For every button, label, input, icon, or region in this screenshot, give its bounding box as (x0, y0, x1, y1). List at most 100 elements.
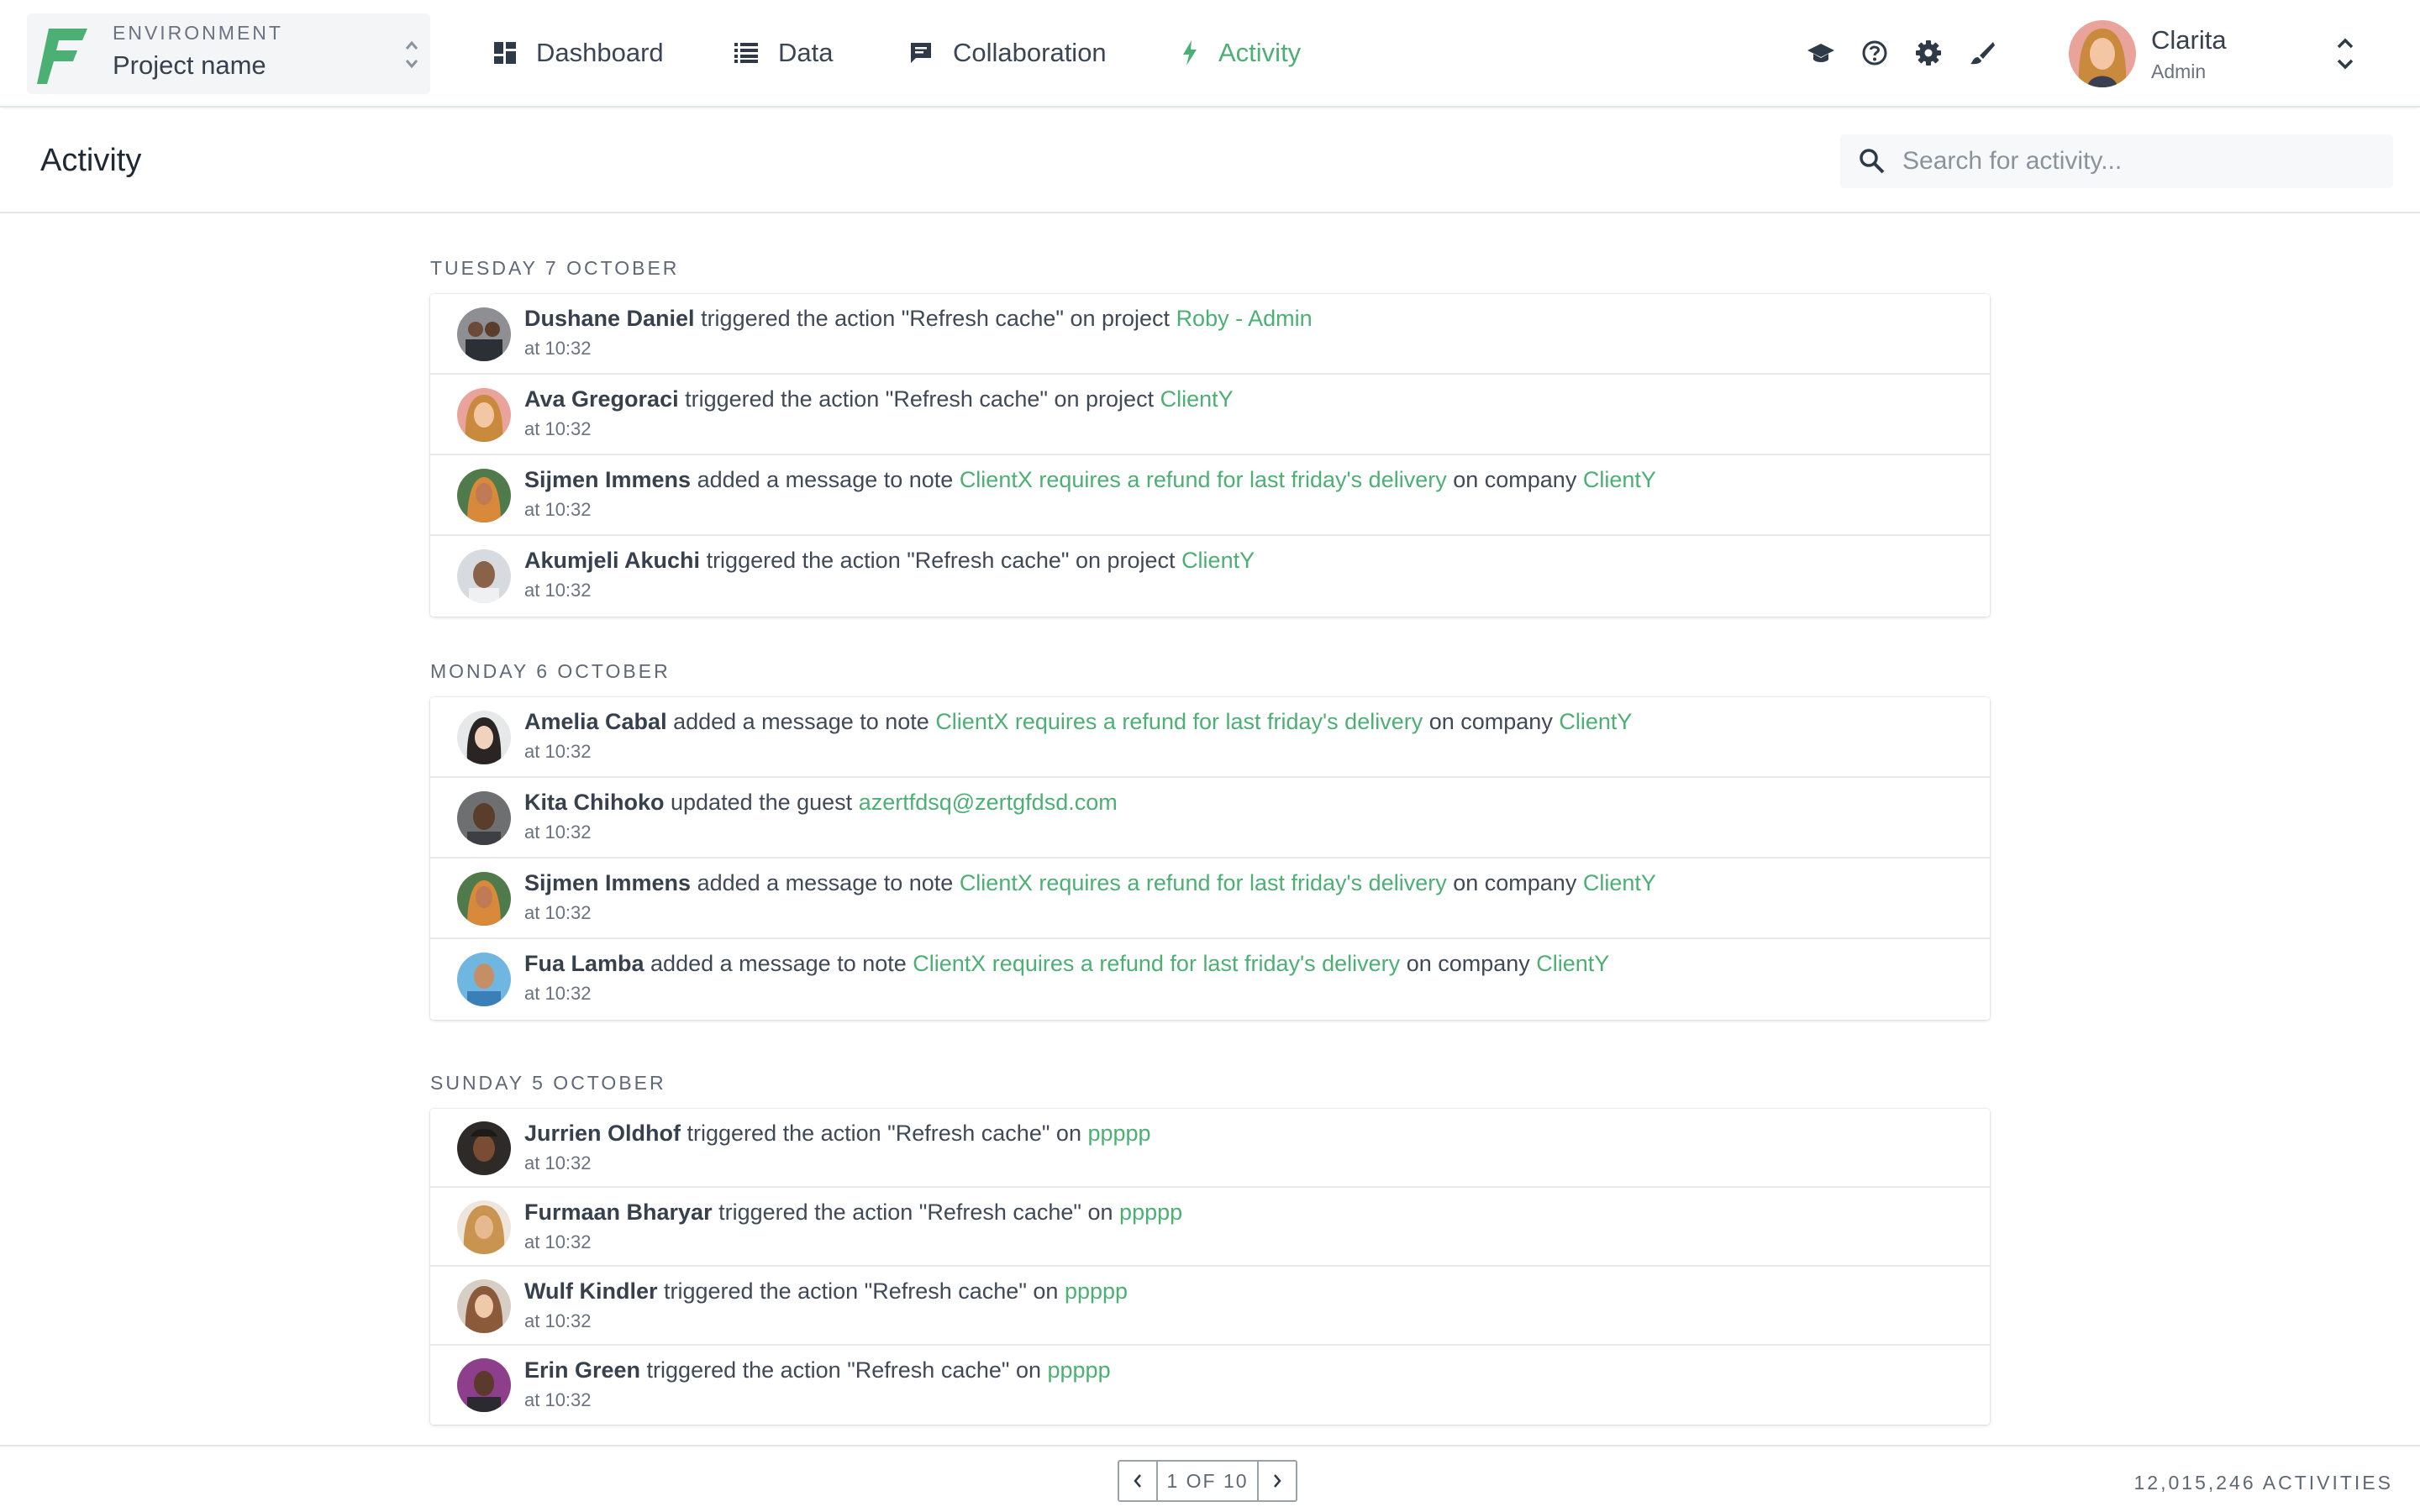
activity-time: at 10:32 (524, 499, 592, 520)
activity-user[interactable]: Ava Gregoraci (524, 386, 679, 412)
environment-selector[interactable]: ENVIRONMENT Project name (27, 13, 430, 94)
activity-link[interactable]: azertfdsq@zertgfdsd.com (859, 790, 1118, 815)
search-icon (1860, 149, 1885, 174)
activity-user[interactable]: Sijmen Immens (524, 870, 691, 895)
activity-text: Fua Lamba added a message to note Client… (524, 951, 1609, 977)
chevron-right-icon (1274, 1474, 1281, 1488)
activity-link[interactable]: ClientY (1160, 386, 1234, 412)
page-header: Activity (0, 109, 2420, 213)
activity-time: at 10:32 (524, 338, 592, 359)
activity-link[interactable]: Roby - Admin (1176, 306, 1313, 331)
activity-user[interactable]: Amelia Cabal (524, 709, 667, 734)
nav-activity-label: Activity (1218, 38, 1302, 67)
activity-action: on company (1400, 951, 1537, 976)
activity-time: at 10:32 (524, 983, 592, 1004)
avatar (457, 1358, 511, 1412)
activity-text: Kita Chihoko updated the guest azertfdsq… (524, 790, 1118, 816)
nav-dashboard[interactable]: Dashboard (494, 32, 664, 74)
activity-link[interactable]: ClientX requires a refund for last frida… (935, 709, 1423, 734)
activity-time: at 10:32 (524, 1389, 592, 1410)
activity-text: Dushane Daniel triggered the action "Ref… (524, 306, 1313, 332)
nav-activity[interactable]: Activity (1181, 32, 1301, 74)
dashboard-icon (494, 42, 516, 64)
activity-row: Fua Lamba added a message to note Client… (430, 939, 1990, 1020)
avatar (457, 791, 511, 845)
activity-count: 12,015,246 ACTIVITIES (2133, 1472, 2393, 1494)
activity-time: at 10:32 (524, 1152, 592, 1173)
activity-action: triggered the action "Refresh cache" on … (700, 548, 1182, 573)
activity-link[interactable]: ClientY (1536, 951, 1609, 976)
activity-user[interactable]: Dushane Daniel (524, 306, 695, 331)
activity-time: at 10:32 (524, 822, 592, 843)
activity-user[interactable]: Jurrien Oldhof (524, 1121, 681, 1146)
avatar (457, 1121, 511, 1175)
chevron-left-icon (1134, 1474, 1141, 1488)
activity-link[interactable]: ClientY (1559, 709, 1632, 734)
activity-row: Kita Chihoko updated the guest azertfdsq… (430, 778, 1990, 858)
activity-row: Wulf Kindler triggered the action "Refre… (430, 1267, 1990, 1346)
graduation-cap-icon[interactable] (1807, 39, 1835, 67)
activity-card: Jurrien Oldhof triggered the action "Ref… (430, 1109, 1990, 1425)
page-indicator: 1 OF 10 (1156, 1462, 1259, 1500)
activity-row: Erin Green triggered the action "Refresh… (430, 1346, 1990, 1425)
activity-user[interactable]: Sijmen Immens (524, 467, 691, 492)
top-bar: ENVIRONMENT Project name Dashboard Data (0, 0, 2420, 108)
activity-action: added a message to note (691, 870, 960, 895)
avatar (457, 388, 511, 442)
nav-data[interactable]: Data (734, 32, 833, 74)
nav-collaboration[interactable]: Collaboration (909, 32, 1107, 74)
activity-user[interactable]: Akumjeli Akuchi (524, 548, 700, 573)
activity-action: on company (1446, 467, 1583, 492)
avatar (457, 549, 511, 603)
activity-link[interactable]: ClientX requires a refund for last frida… (913, 951, 1400, 976)
nav-collaboration-label: Collaboration (953, 38, 1107, 67)
activity-link[interactable]: ppppp (1119, 1200, 1182, 1225)
nav-data-label: Data (778, 38, 834, 67)
activity-action: triggered the action "Refresh cache" on … (678, 386, 1160, 412)
activity-link[interactable]: ClientX requires a refund for last frida… (960, 870, 1447, 895)
activity-text: Amelia Cabal added a message to note Cli… (524, 709, 1632, 735)
prev-page-button[interactable] (1119, 1462, 1156, 1500)
activity-time: at 10:32 (524, 741, 592, 762)
bolt-icon (1183, 40, 1197, 66)
chevron-up-down-icon[interactable] (2334, 34, 2356, 74)
help-icon[interactable] (1860, 39, 1889, 67)
activity-text: Ava Gregoraci triggered the action "Refr… (524, 386, 1234, 412)
next-page-button[interactable] (1259, 1462, 1296, 1500)
activity-user[interactable]: Fua Lamba (524, 951, 644, 976)
chat-icon (911, 43, 931, 63)
activity-action: triggered the action "Refresh cache" on (657, 1278, 1065, 1304)
day-label: SUNDAY 5 OCTOBER (430, 1072, 666, 1094)
activity-link[interactable]: ppppp (1065, 1278, 1128, 1304)
activity-text: Wulf Kindler triggered the action "Refre… (524, 1278, 1128, 1305)
activity-link[interactable]: ClientY (1583, 467, 1656, 492)
activity-user[interactable]: Kita Chihoko (524, 790, 665, 815)
activity-time: at 10:32 (524, 1231, 592, 1252)
avatar (457, 1200, 511, 1254)
activity-row: Sijmen Immens added a message to note Cl… (430, 858, 1990, 939)
activity-row: Dushane Daniel triggered the action "Ref… (430, 294, 1990, 375)
search-input[interactable] (1902, 141, 2373, 181)
activity-link[interactable]: ppppp (1087, 1121, 1150, 1146)
activity-link[interactable]: ClientY (1181, 548, 1255, 573)
user-avatar[interactable] (2069, 20, 2136, 87)
activity-text: Akumjeli Akuchi triggered the action "Re… (524, 548, 1255, 574)
environment-label: ENVIRONMENT (113, 22, 283, 44)
activity-link[interactable]: ppppp (1048, 1357, 1111, 1383)
activity-action: on company (1446, 870, 1583, 895)
activity-text: Jurrien Oldhof triggered the action "Ref… (524, 1121, 1151, 1147)
activity-time: at 10:32 (524, 418, 592, 439)
footer: 1 OF 10 12,015,246 ACTIVITIES (0, 1445, 2420, 1512)
activity-text: Furmaan Bharyar triggered the action "Re… (524, 1200, 1182, 1226)
activity-user[interactable]: Furmaan Bharyar (524, 1200, 713, 1225)
activity-row: Akumjeli Akuchi triggered the action "Re… (430, 536, 1990, 617)
activity-user[interactable]: Wulf Kindler (524, 1278, 658, 1304)
activity-link[interactable]: ClientY (1583, 870, 1656, 895)
activity-user[interactable]: Erin Green (524, 1357, 640, 1383)
pagination: 1 OF 10 (1118, 1460, 1297, 1502)
activity-action: triggered the action "Refresh cache" on … (694, 306, 1176, 331)
brush-icon[interactable] (1968, 39, 1996, 67)
gear-icon[interactable] (1914, 39, 1943, 67)
search-box[interactable] (1840, 134, 2393, 188)
activity-link[interactable]: ClientX requires a refund for last frida… (960, 467, 1447, 492)
